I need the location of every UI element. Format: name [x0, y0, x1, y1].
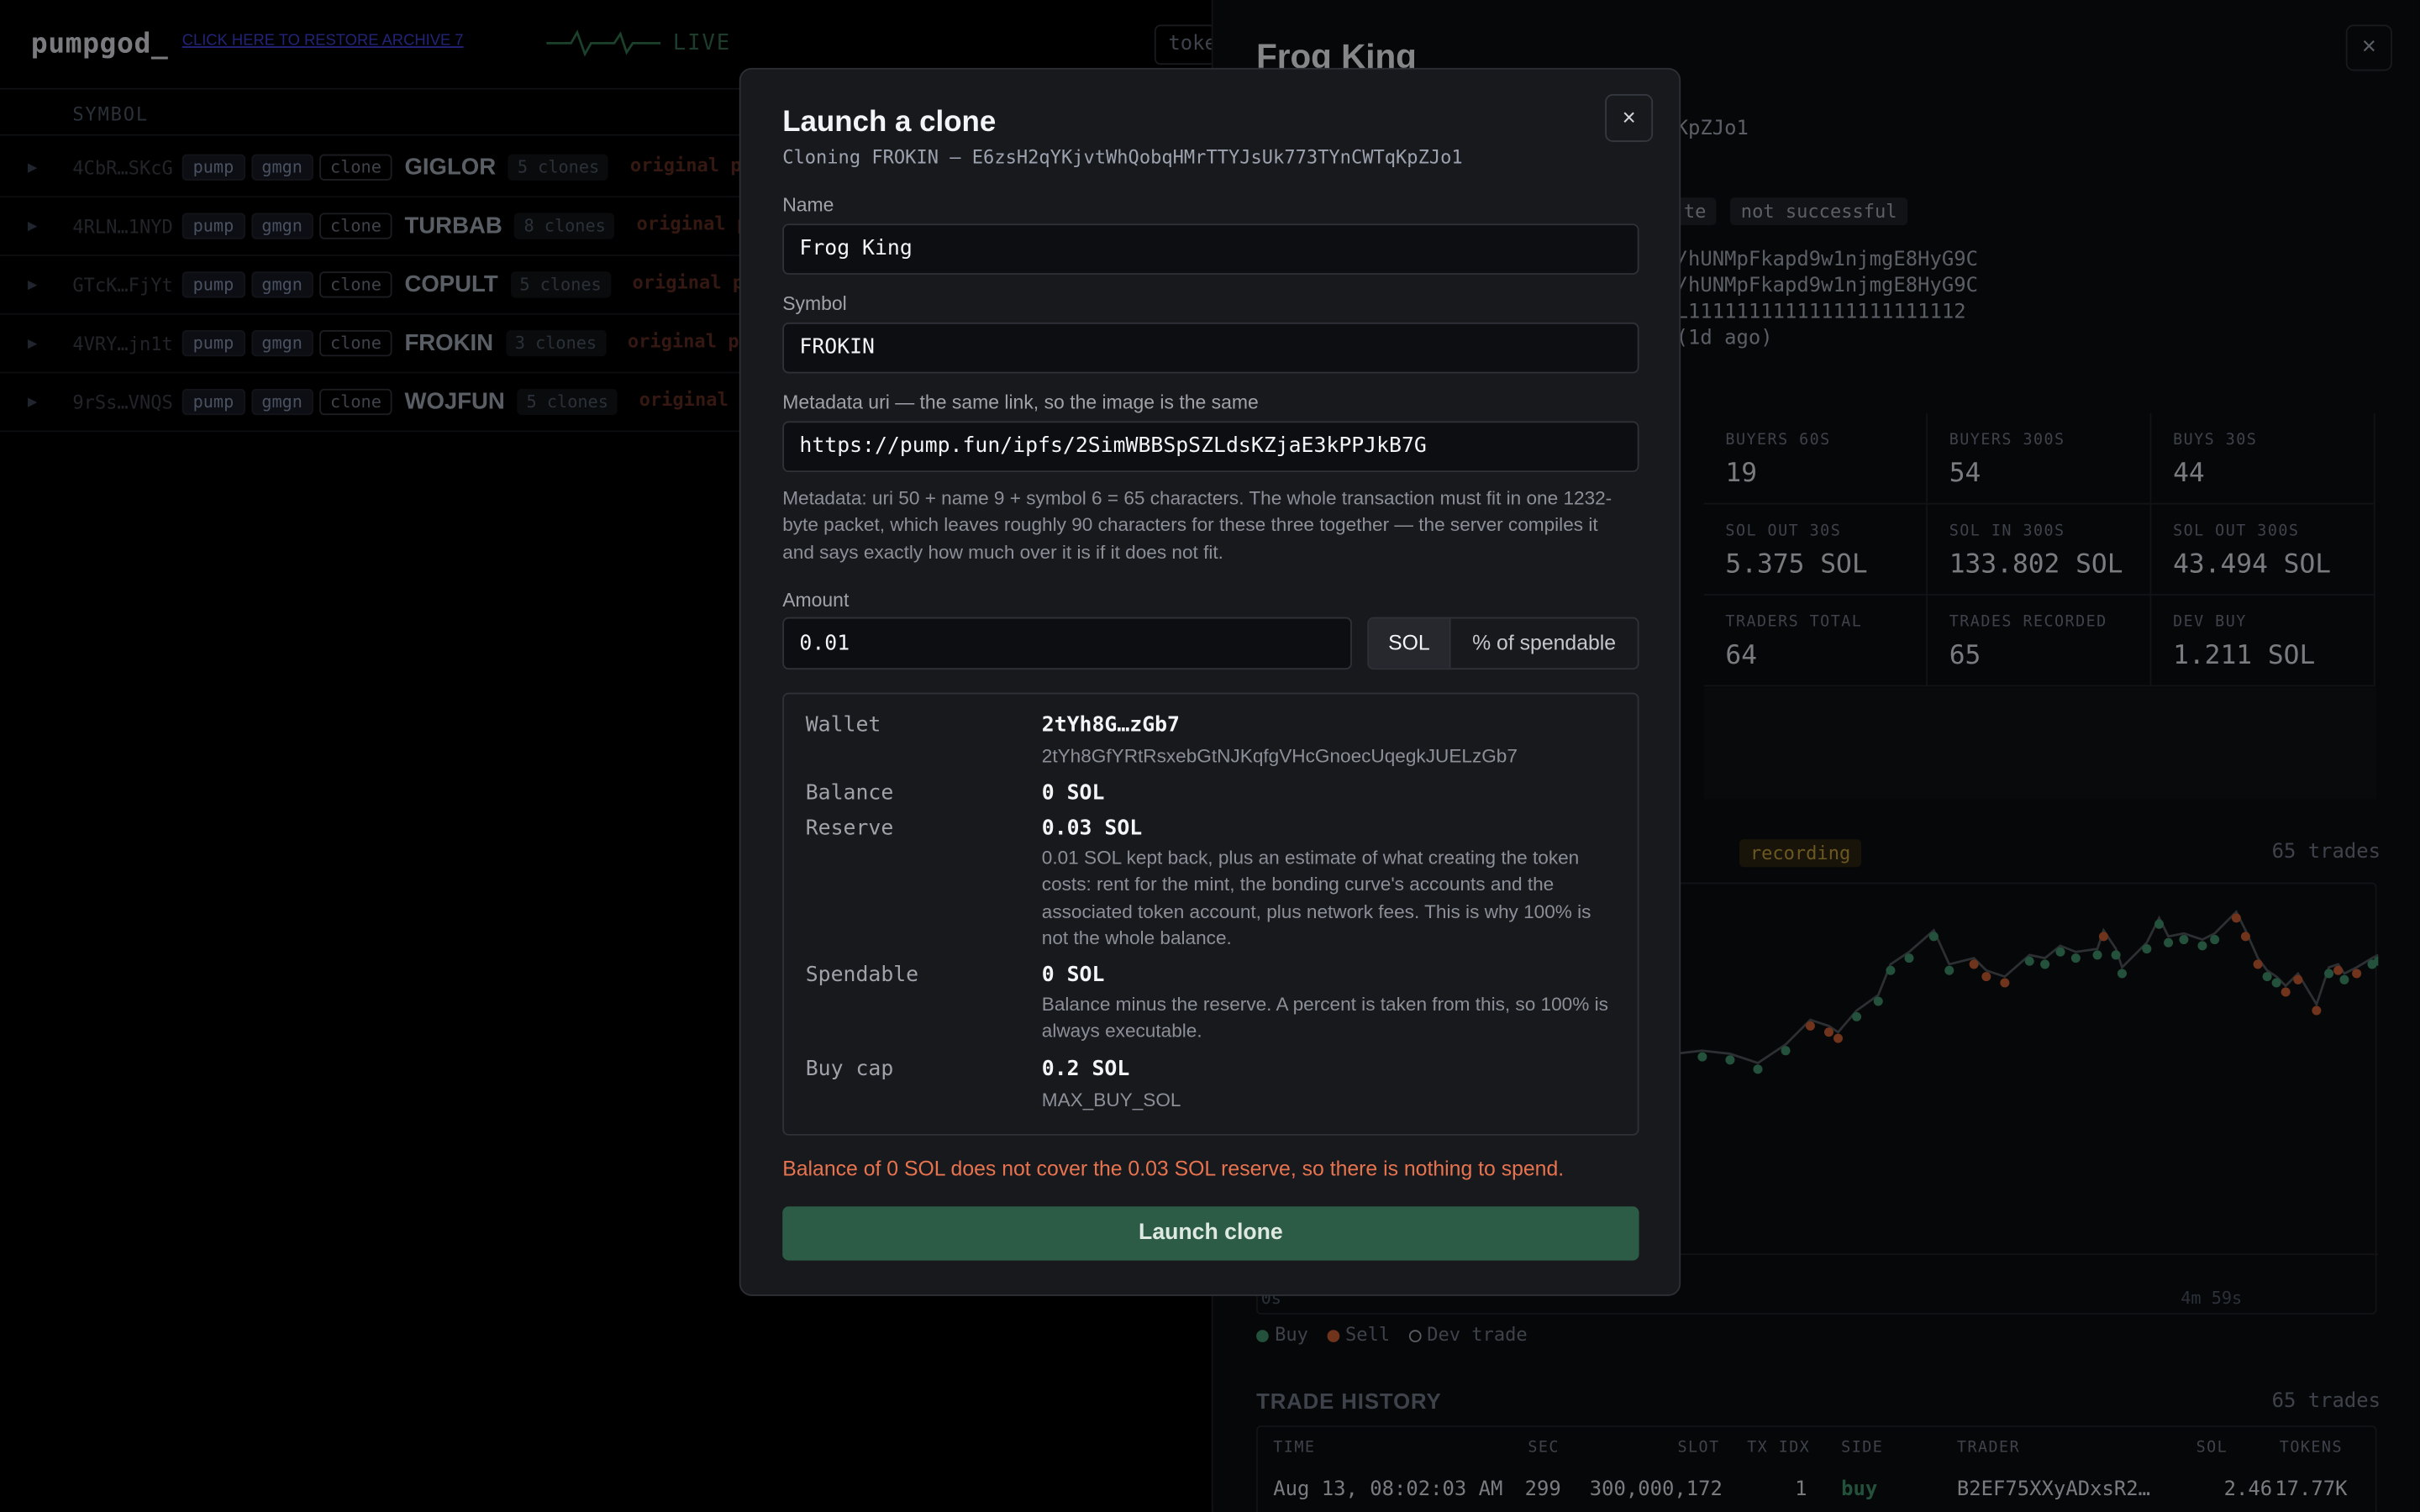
metadata-uri-label: Metadata uri — the same link, so the ima…: [782, 391, 1259, 414]
amount-label: Amount: [782, 589, 850, 612]
unit-sol-button[interactable]: SOL: [1369, 618, 1449, 669]
error-message: Balance of 0 SOL does not cover the 0.03…: [782, 1157, 1565, 1181]
modal-close-button[interactable]: ×: [1605, 94, 1654, 142]
metadata-hint: Metadata: uri 50 + name 9 + symbol 6 = 6…: [782, 487, 1612, 563]
wallet-full: 2tYh8GfYRtRsxebGtNJKqfgVHcGnoecUqegkJUEL…: [1041, 745, 1518, 767]
name-label: Name: [782, 194, 834, 217]
launch-clone-button[interactable]: Launch clone: [782, 1206, 1639, 1261]
reserve-label: Reserve: [805, 816, 894, 842]
spendable-note: Balance minus the reserve. A percent is …: [1041, 993, 1608, 1042]
amount-unit-toggle: SOL % of spendable: [1367, 617, 1639, 670]
buy-cap-label: Buy cap: [805, 1057, 894, 1082]
buy-cap-value: 0.2 SOL: [1041, 1057, 1130, 1082]
name-input[interactable]: Frog King: [782, 223, 1639, 275]
spendable-label: Spendable: [805, 963, 919, 988]
modal-subtitle: Cloning FROKIN — E6zsH2qYKjvtWhQobqHMrTT…: [782, 146, 1463, 169]
balance-label: Balance: [805, 780, 894, 806]
wallet-short[interactable]: 2tYh8G…zGb7: [1042, 713, 1180, 738]
spendable-value: 0 SOL: [1041, 963, 1105, 988]
balance-value: 0 SOL: [1041, 780, 1105, 806]
reserve-value: 0.03 SOL: [1041, 816, 1143, 842]
launch-clone-modal: Launch a clone Cloning FROKIN — E6zsH2qY…: [739, 67, 1681, 1296]
reserve-note: 0.01 SOL kept back, plus an estimate of …: [1041, 847, 1591, 949]
buy-cap-note: MAX_BUY_SOL: [1041, 1089, 1181, 1111]
metadata-uri-input[interactable]: https://pump.fun/ipfs/2SimWBBSpSZLdsKZja…: [782, 421, 1639, 473]
symbol-input[interactable]: FROKIN: [782, 322, 1639, 374]
close-icon: ×: [1622, 104, 1636, 132]
wallet-info-box: Wallet 2tYh8G…zGb7 2tYh8GfYRtRsxebGtNJKq…: [782, 692, 1639, 1136]
modal-title: Launch a clone: [782, 106, 997, 139]
unit-percent-button[interactable]: % of spendable: [1449, 618, 1638, 669]
amount-input[interactable]: 0.01: [782, 617, 1352, 670]
wallet-label: Wallet: [805, 712, 881, 738]
symbol-label: Symbol: [782, 292, 847, 315]
